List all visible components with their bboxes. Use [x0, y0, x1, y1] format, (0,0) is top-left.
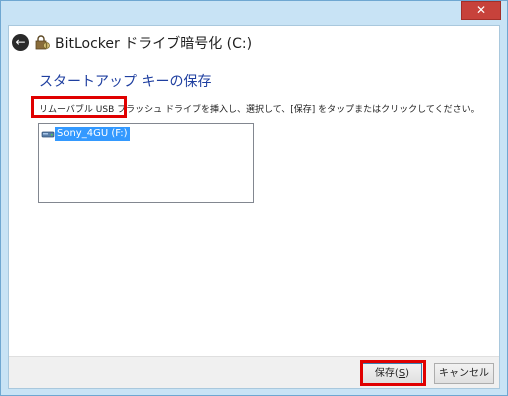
- dialog-client-area: ← BitLocker ドライブ暗号化 (C:) スタートアップ キーの保存 リ…: [8, 25, 500, 389]
- page-heading: スタートアップ キーの保存: [39, 74, 212, 90]
- title-bar: ✕: [1, 1, 507, 25]
- usb-drive-icon: [41, 131, 55, 138]
- header-bar: ← BitLocker ドライブ暗号化 (C:): [9, 26, 499, 60]
- drive-list-item[interactable]: Sony_4GU (F:): [41, 126, 131, 142]
- close-icon: ✕: [475, 3, 487, 17]
- dialog-window: ✕ ← BitLocker ドライブ暗号化 (C:) スタートアップ キーの保存…: [0, 0, 508, 396]
- save-button-label: 保存(: [374, 368, 399, 379]
- window-title: BitLocker ドライブ暗号化 (C:): [55, 36, 253, 52]
- save-button-suffix: ): [405, 368, 410, 379]
- save-button[interactable]: 保存(S): [362, 363, 422, 384]
- instruction-text: リムーバブル USB フラッシュ ドライブを挿入し、選択して、[保存] をタップ…: [39, 105, 480, 115]
- drive-label: Sony_4GU (F:): [55, 127, 131, 141]
- cancel-button[interactable]: キャンセル: [434, 363, 494, 384]
- cancel-button-label: キャンセル: [439, 368, 489, 379]
- dialog-footer: 保存(S) キャンセル: [9, 356, 499, 388]
- back-arrow-icon: ←: [15, 35, 26, 49]
- drive-list[interactable]: Sony_4GU (F:): [38, 123, 254, 203]
- close-button[interactable]: ✕: [461, 1, 501, 20]
- back-button[interactable]: ←: [12, 34, 29, 51]
- bitlocker-icon: [35, 35, 50, 50]
